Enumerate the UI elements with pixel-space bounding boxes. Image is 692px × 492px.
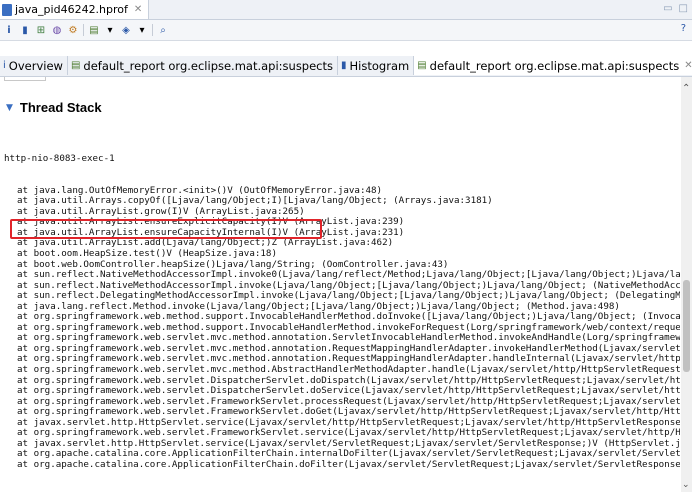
tab-label: Histogram — [349, 58, 410, 73]
window-controls: ▭ □ — [663, 3, 688, 14]
thread-stack-header[interactable]: ▼ Thread Stack — [6, 100, 102, 115]
thread-name: http-nio-8083-exec-1 — [4, 153, 115, 165]
tab-default-report-1[interactable]: ▤ default_report org.eclipse.mat.api:sus… — [68, 56, 339, 75]
help-icon[interactable]: ? — [681, 23, 686, 34]
dominator-tree-icon[interactable]: ⊞ — [35, 24, 47, 36]
toolbar-separator — [83, 24, 84, 36]
info-icon[interactable]: i — [3, 24, 15, 36]
highlight-box — [10, 219, 322, 239]
toolbar-separator — [152, 24, 153, 36]
editor-tab-hprof[interactable]: java_pid46242.hprof ✕ — [0, 0, 150, 19]
minimize-icon[interactable]: ▭ — [663, 3, 672, 14]
scroll-up-icon[interactable]: ⌃ — [682, 83, 690, 94]
run-report-icon[interactable]: ▤ — [88, 24, 100, 36]
report-icon: ▤ — [417, 60, 427, 71]
editor-tab-title: java_pid46242.hprof — [15, 3, 128, 16]
info-icon: i — [3, 60, 6, 71]
tab-default-report-2[interactable]: ▤ default_report org.eclipse.mat.api:sus… — [414, 56, 692, 75]
hprof-file-icon — [2, 3, 12, 16]
section-title: Thread Stack — [19, 100, 102, 115]
report-content: ▼ Thread Stack http-nio-8083-exec-1 at j… — [0, 77, 680, 492]
vertical-scrollbar[interactable]: ⌃ ⌄ — [681, 77, 692, 492]
scrollbar-thumb[interactable] — [683, 280, 690, 372]
toolbar: i ▮ ⊞ ◍ ⚙ ▤ ▾ ◈ ▾ ⌕ — [0, 20, 692, 41]
chevron-down-icon[interactable]: ▾ — [104, 24, 116, 36]
thread-overview-icon[interactable]: ⚙ — [67, 24, 79, 36]
histogram-icon[interactable]: ▮ — [19, 24, 31, 36]
query-browser-icon[interactable]: ◈ — [120, 24, 132, 36]
report-icon: ▤ — [70, 60, 81, 71]
editor-tab-bar: java_pid46242.hprof ✕ ▭ □ — [0, 0, 692, 20]
collapse-triangle-icon[interactable]: ▼ — [6, 103, 13, 113]
oql-icon[interactable]: ◍ — [51, 24, 63, 36]
tab-label: Overview — [8, 58, 63, 73]
tab-label: default_report org.eclipse.mat.api:suspe… — [83, 58, 334, 73]
close-icon[interactable]: ✕ — [134, 4, 142, 15]
stack-frame[interactable]: at org.apache.catalina.core.ApplicationF… — [4, 459, 680, 471]
tab-histogram[interactable]: ▮ Histogram — [338, 56, 415, 75]
divider — [4, 77, 46, 81]
close-icon[interactable]: ✕ — [684, 60, 692, 71]
result-tabs: i Overview ▤ default_report org.eclipse.… — [0, 56, 692, 77]
stack-frame[interactable]: at boot.oom.HeapSize.test()V (HeapSize.j… — [4, 248, 680, 260]
search-icon[interactable]: ⌕ — [157, 24, 169, 36]
thread-stack-trace: http-nio-8083-exec-1 at java.lang.OutOfM… — [4, 133, 680, 471]
tab-overview[interactable]: i Overview — [0, 56, 68, 75]
histogram-icon: ▮ — [341, 60, 347, 71]
scroll-down-icon[interactable]: ⌄ — [682, 480, 690, 490]
chevron-down-icon[interactable]: ▾ — [136, 24, 148, 36]
tab-label: default_report org.eclipse.mat.api:suspe… — [429, 58, 680, 73]
stack-frame[interactable]: at org.springframework.web.servlet.mvc.m… — [4, 364, 680, 376]
maximize-icon[interactable]: □ — [679, 3, 688, 14]
